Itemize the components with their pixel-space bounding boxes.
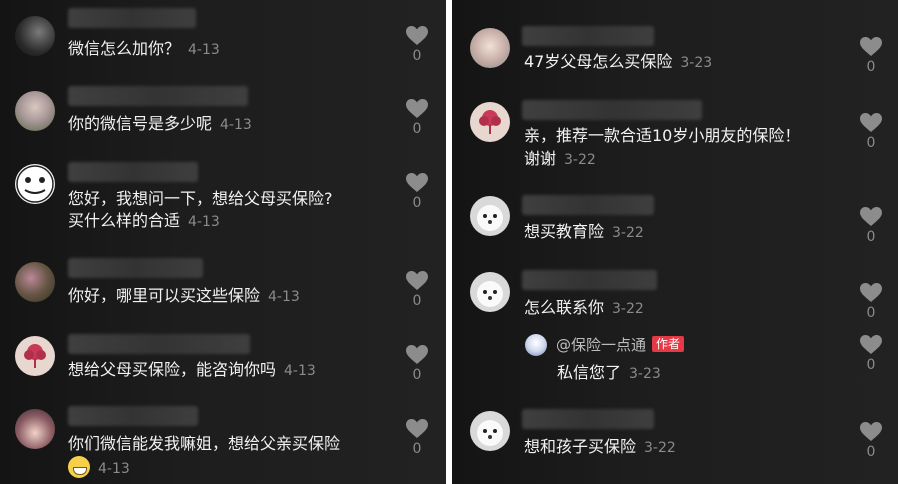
username-redacted xyxy=(68,406,198,426)
username-redacted xyxy=(68,8,196,28)
like-button[interactable]: 0 xyxy=(856,112,886,151)
comment-time: 3-22 xyxy=(644,440,676,456)
avatar[interactable] xyxy=(15,16,55,56)
comment-text: 你的微信号是多少呢 4-13 xyxy=(68,114,252,133)
username-redacted xyxy=(522,195,654,215)
like-count: 0 xyxy=(412,121,422,137)
like-count: 0 xyxy=(866,59,876,75)
comment-time: 3-22 xyxy=(612,301,644,317)
username-redacted xyxy=(522,409,654,429)
comment-time: 4-13 xyxy=(268,289,300,305)
username-redacted xyxy=(522,26,654,46)
comment-text: 想买教育险 3-22 xyxy=(524,222,644,241)
comment-text: 想给父母买保险，能咨询你吗 4-13 xyxy=(68,360,316,379)
heart-icon xyxy=(406,99,428,118)
heart-icon xyxy=(860,283,882,302)
comments-panel-left: 微信怎么加你？ 4-13 0 你的微信号是多少呢 4-13 0 您好，我想问一下，想… xyxy=(0,0,446,484)
author-avatar[interactable] xyxy=(525,334,547,356)
heart-icon xyxy=(406,419,428,438)
comment-text: 微信怎么加你？ 4-13 xyxy=(68,39,220,58)
cartoon-face-icon xyxy=(16,165,54,203)
comment-text: 47岁父母怎么买保险 3-23 xyxy=(524,52,713,71)
dog-photo-icon xyxy=(477,420,503,446)
like-button[interactable]: 0 xyxy=(856,206,886,245)
like-button[interactable]: 0 xyxy=(856,334,886,373)
avatar[interactable] xyxy=(470,196,510,236)
comment-text-line2: 买什么样的合适 4-13 xyxy=(68,211,220,230)
like-count: 0 xyxy=(412,441,422,457)
username-redacted xyxy=(522,270,657,290)
comment-time: 3-22 xyxy=(612,225,644,241)
avatar[interactable] xyxy=(15,164,55,204)
avatar[interactable] xyxy=(15,262,55,302)
comment-text: 亲，推荐一款合适10岁小朋友的保险！ xyxy=(524,126,801,145)
dog-photo-icon xyxy=(477,205,503,231)
username-redacted xyxy=(68,162,198,182)
comment-time: 4-13 xyxy=(284,363,316,379)
flower-logo-icon xyxy=(24,344,46,368)
author-badge: 作者 xyxy=(652,336,685,352)
heart-icon xyxy=(406,345,428,364)
like-count: 0 xyxy=(866,444,876,460)
heart-icon xyxy=(860,37,882,56)
reply-header: @保险一点通 作者 xyxy=(556,334,685,356)
like-button[interactable]: 0 xyxy=(402,270,432,309)
username-redacted xyxy=(68,258,203,278)
comment-time: 3-23 xyxy=(680,55,713,71)
comment-time: 3-22 xyxy=(564,152,596,168)
heart-icon xyxy=(860,335,882,354)
avatar[interactable] xyxy=(15,91,55,131)
comment-time: 3-23 xyxy=(629,366,661,382)
avatar[interactable] xyxy=(470,272,510,312)
heart-icon xyxy=(406,271,428,290)
like-button[interactable]: 0 xyxy=(402,98,432,137)
avatar[interactable] xyxy=(15,409,55,449)
comment-text: 怎么联系你 3-22 xyxy=(524,298,644,317)
comment-time: 4-13 xyxy=(98,461,130,477)
heart-icon xyxy=(406,173,428,192)
comment-time: 4-13 xyxy=(220,117,252,133)
like-button[interactable]: 0 xyxy=(402,172,432,211)
like-count: 0 xyxy=(866,135,876,151)
username-redacted xyxy=(68,86,248,106)
heart-icon xyxy=(860,113,882,132)
like-button[interactable]: 0 xyxy=(402,344,432,383)
comment-time: 4-13 xyxy=(188,214,220,230)
avatar[interactable] xyxy=(15,336,55,376)
grin-emoji-icon xyxy=(68,456,90,478)
like-count: 0 xyxy=(412,195,422,211)
like-button[interactable]: 0 xyxy=(856,421,886,460)
avatar[interactable] xyxy=(470,28,510,68)
comment-text-line2: 谢谢 3-22 xyxy=(524,149,596,168)
username-redacted xyxy=(522,100,702,120)
comment-text: 想和孩子买保险 3-22 xyxy=(524,437,676,456)
like-count: 0 xyxy=(866,229,876,245)
flower-logo-icon xyxy=(479,110,501,134)
comment-text: 您好，我想问一下，想给父母买保险? xyxy=(68,189,333,208)
like-count: 0 xyxy=(866,357,876,373)
comment-text: 你好，哪里可以买这些保险 4-13 xyxy=(68,286,300,305)
username-redacted xyxy=(68,334,250,354)
author-name[interactable]: @保险一点通 xyxy=(556,336,646,354)
avatar[interactable] xyxy=(470,411,510,451)
like-count: 0 xyxy=(412,367,422,383)
like-count: 0 xyxy=(866,305,876,321)
like-count: 0 xyxy=(412,293,422,309)
avatar[interactable] xyxy=(470,102,510,142)
like-button[interactable]: 0 xyxy=(402,418,432,457)
like-count: 0 xyxy=(412,48,422,64)
heart-icon xyxy=(406,26,428,45)
comment-text-line2: 4-13 xyxy=(68,456,130,480)
comment-text: 你们微信能发我嘛姐，想给父亲买保险 xyxy=(68,434,341,453)
heart-icon xyxy=(860,422,882,441)
like-button[interactable]: 0 xyxy=(856,36,886,75)
like-button[interactable]: 0 xyxy=(856,282,886,321)
reply-text: 私信您了 3-23 xyxy=(557,363,661,382)
like-button[interactable]: 0 xyxy=(402,25,432,64)
comments-panel-right: 47岁父母怎么买保险 3-23 0 亲，推荐一款合适10岁小朋友的保险！ 谢谢 3-… xyxy=(452,0,898,484)
heart-icon xyxy=(860,207,882,226)
comment-time: 4-13 xyxy=(188,42,220,58)
dog-photo-icon xyxy=(477,281,503,307)
